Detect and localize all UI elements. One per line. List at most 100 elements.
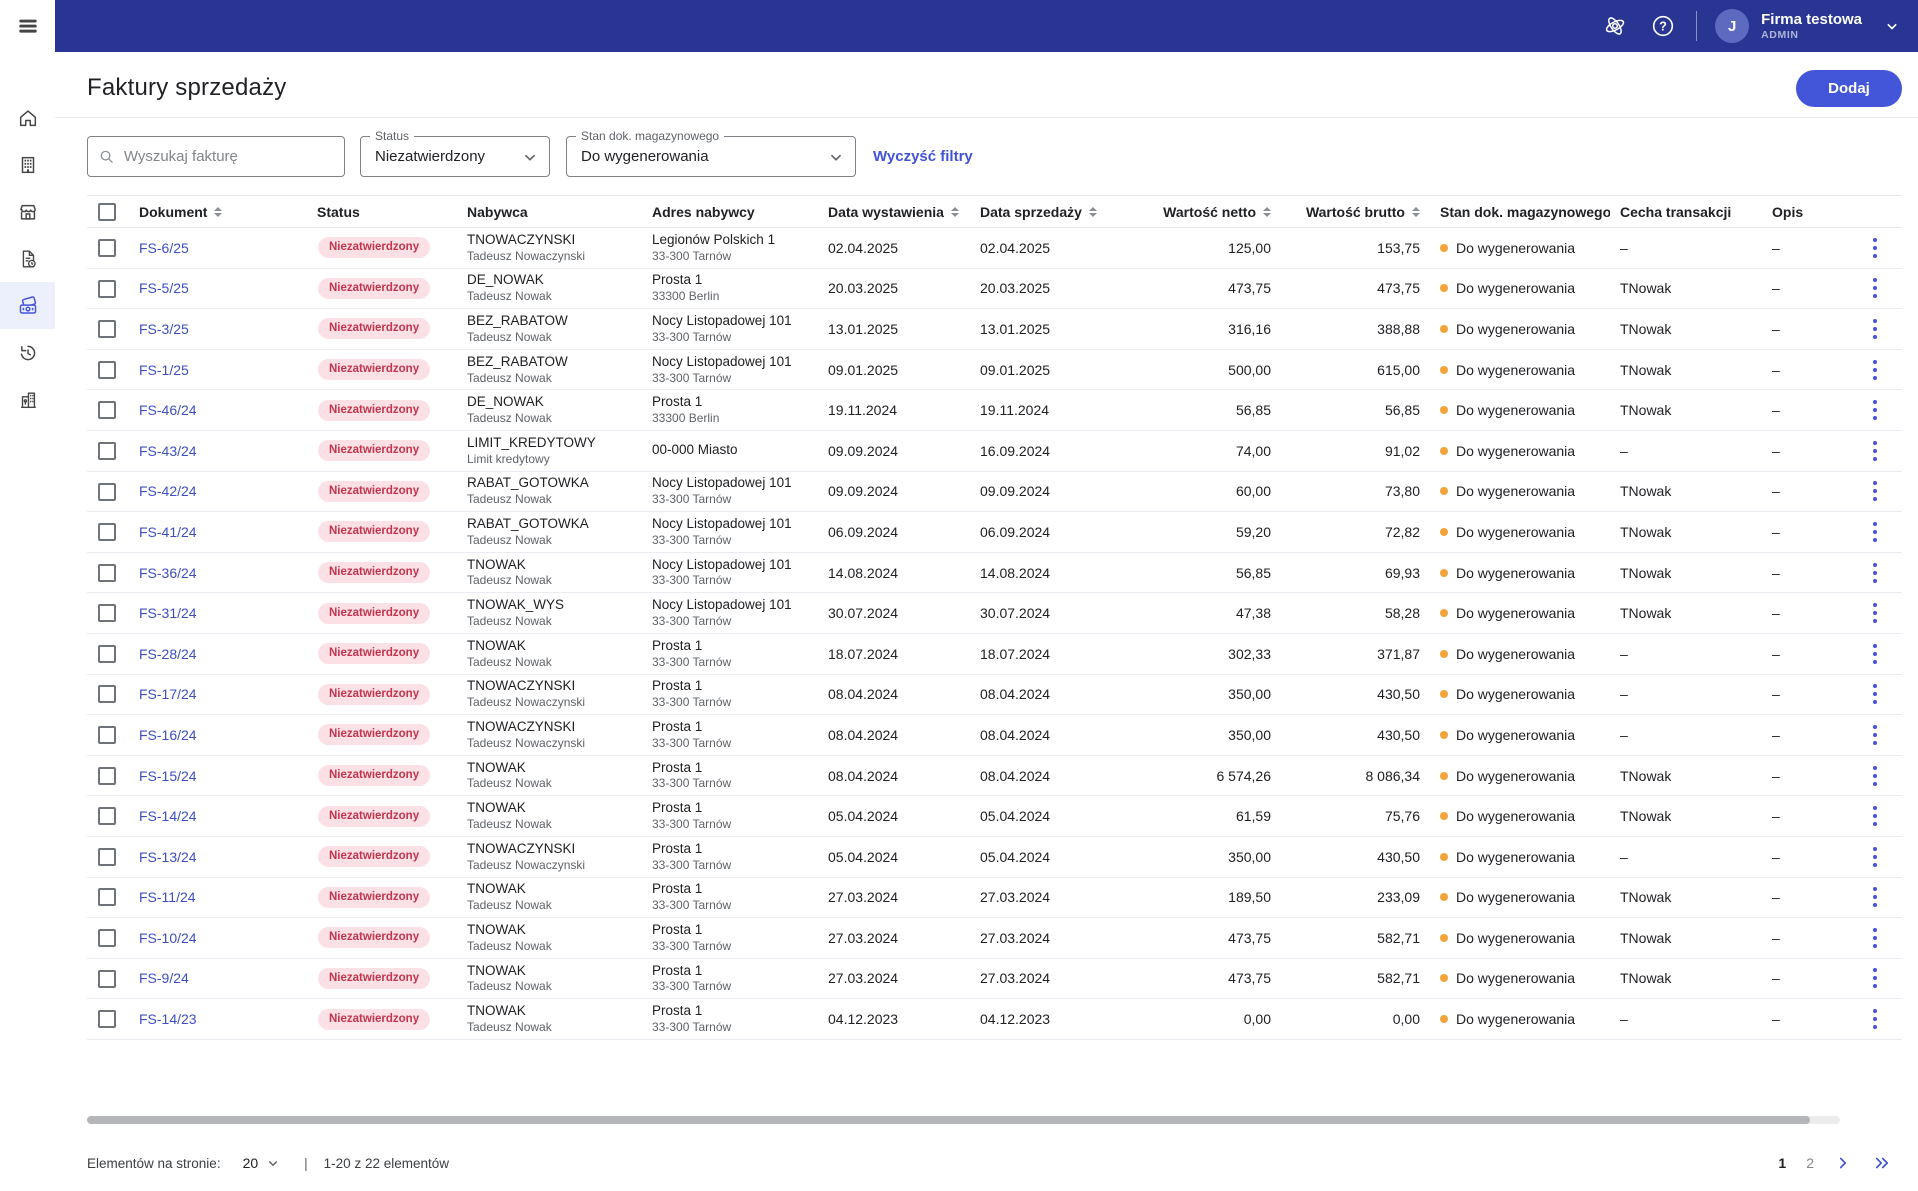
scrollbar-thumb[interactable]: [87, 1116, 1810, 1124]
last-page-button[interactable]: [1872, 1154, 1892, 1172]
row-checkbox[interactable]: [98, 929, 116, 947]
items-per-page-select[interactable]: 20: [243, 1154, 283, 1172]
document-link[interactable]: FS-28/24: [139, 646, 197, 662]
document-link[interactable]: FS-17/24: [139, 686, 197, 702]
row-menu-button[interactable]: [1869, 599, 1881, 627]
buyer-address-line1: 00-000 Miasto: [652, 442, 816, 459]
row-checkbox[interactable]: [98, 848, 116, 866]
buyer-address-line2: 33-300 Tarnów: [652, 858, 816, 873]
table-row: FS-14/23 Niezatwierdzony TNOWAK Tadeusz …: [87, 999, 1902, 1040]
document-link[interactable]: FS-43/24: [139, 443, 197, 459]
document-link[interactable]: FS-1/25: [139, 362, 189, 378]
document-link[interactable]: FS-36/24: [139, 565, 197, 581]
document-link[interactable]: FS-16/24: [139, 727, 197, 743]
row-checkbox[interactable]: [98, 1010, 116, 1028]
document-link[interactable]: FS-10/24: [139, 930, 197, 946]
sidebar-item-locations[interactable]: [0, 376, 55, 423]
document-link[interactable]: FS-9/24: [139, 970, 189, 986]
row-checkbox[interactable]: [98, 767, 116, 785]
status-badge: Niezatwierdzony: [318, 481, 430, 502]
description: –: [1762, 524, 1848, 540]
document-link[interactable]: FS-42/24: [139, 483, 197, 499]
row-menu-button[interactable]: [1869, 234, 1881, 262]
next-page-button[interactable]: [1834, 1154, 1852, 1172]
row-menu-button[interactable]: [1869, 762, 1881, 790]
document-link[interactable]: FS-41/24: [139, 524, 197, 540]
row-menu-button[interactable]: [1869, 680, 1881, 708]
row-checkbox[interactable]: [98, 442, 116, 460]
document-link[interactable]: FS-6/25: [139, 240, 189, 256]
sale-date: 19.11.2024: [968, 402, 1118, 418]
page-button-1[interactable]: 1: [1778, 1155, 1786, 1171]
row-menu-button[interactable]: [1869, 559, 1881, 587]
row-checkbox[interactable]: [98, 604, 116, 622]
document-link[interactable]: FS-14/23: [139, 1011, 197, 1027]
row-checkbox[interactable]: [98, 320, 116, 338]
row-checkbox[interactable]: [98, 280, 116, 298]
sale-date: 05.04.2024: [968, 808, 1118, 824]
row-checkbox[interactable]: [98, 685, 116, 703]
sort-icon[interactable]: [1412, 207, 1420, 217]
row-menu-button[interactable]: [1869, 274, 1881, 302]
help-button[interactable]: ?: [1648, 11, 1678, 41]
document-link[interactable]: FS-13/24: [139, 849, 197, 865]
sort-icon[interactable]: [1089, 207, 1097, 217]
row-menu-button[interactable]: [1869, 843, 1881, 871]
document-link[interactable]: FS-46/24: [139, 402, 197, 418]
col-nabywca: Nabywca: [455, 204, 640, 220]
row-menu-button[interactable]: [1869, 437, 1881, 465]
row-checkbox[interactable]: [98, 726, 116, 744]
add-button[interactable]: Dodaj: [1796, 70, 1902, 107]
row-menu-button[interactable]: [1869, 924, 1881, 952]
sidebar-item-sales-invoices[interactable]: [0, 282, 55, 329]
buyer-address-line1: Prosta 1: [652, 760, 816, 777]
buyer-address-line2: 33-300 Tarnów: [652, 371, 816, 386]
page-button-2[interactable]: 2: [1806, 1155, 1814, 1171]
search-input[interactable]: [124, 148, 334, 165]
account-menu-button[interactable]: J Firma testowa ADMIN: [1715, 9, 1902, 43]
row-menu-button[interactable]: [1869, 883, 1881, 911]
select-all-checkbox[interactable]: [98, 203, 116, 221]
sort-icon[interactable]: [951, 207, 959, 217]
sidebar-item-company[interactable]: [0, 141, 55, 188]
sidebar-item-store[interactable]: [0, 188, 55, 235]
row-checkbox[interactable]: [98, 970, 116, 988]
document-link[interactable]: FS-14/24: [139, 808, 197, 824]
sort-icon[interactable]: [1263, 207, 1271, 217]
row-checkbox[interactable]: [98, 361, 116, 379]
sidebar-item-history[interactable]: [0, 329, 55, 376]
status-select[interactable]: Status Niezatwierdzony: [360, 136, 550, 177]
row-menu-button[interactable]: [1869, 396, 1881, 424]
clear-filters-link[interactable]: Wyczyść filtry: [873, 148, 973, 165]
document-link[interactable]: FS-3/25: [139, 321, 189, 337]
row-menu-button[interactable]: [1869, 518, 1881, 546]
row-menu-button[interactable]: [1869, 1005, 1881, 1033]
net-value: 47,38: [1118, 605, 1272, 621]
row-checkbox[interactable]: [98, 401, 116, 419]
document-link[interactable]: FS-5/25: [139, 280, 189, 296]
row-checkbox[interactable]: [98, 483, 116, 501]
row-checkbox[interactable]: [98, 888, 116, 906]
integrations-button[interactable]: [1600, 11, 1630, 41]
row-checkbox[interactable]: [98, 523, 116, 541]
row-menu-button[interactable]: [1869, 315, 1881, 343]
row-checkbox[interactable]: [98, 807, 116, 825]
row-menu-button[interactable]: [1869, 964, 1881, 992]
row-menu-button[interactable]: [1869, 721, 1881, 749]
row-menu-button[interactable]: [1869, 640, 1881, 668]
row-checkbox[interactable]: [98, 645, 116, 663]
menu-button[interactable]: [0, 0, 55, 52]
row-menu-button[interactable]: [1869, 356, 1881, 384]
row-checkbox[interactable]: [98, 239, 116, 257]
horizontal-scrollbar[interactable]: [87, 1116, 1840, 1124]
document-link[interactable]: FS-15/24: [139, 768, 197, 784]
document-link[interactable]: FS-31/24: [139, 605, 197, 621]
row-menu-button[interactable]: [1869, 802, 1881, 830]
sort-icon[interactable]: [214, 207, 222, 217]
row-menu-button[interactable]: [1869, 477, 1881, 505]
sidebar-item-documents[interactable]: [0, 235, 55, 282]
warehouse-state-select[interactable]: Stan dok. magazynowego Do wygenerowania: [566, 136, 856, 177]
document-link[interactable]: FS-11/24: [139, 889, 196, 905]
row-checkbox[interactable]: [98, 564, 116, 582]
sidebar-item-home[interactable]: [0, 94, 55, 141]
